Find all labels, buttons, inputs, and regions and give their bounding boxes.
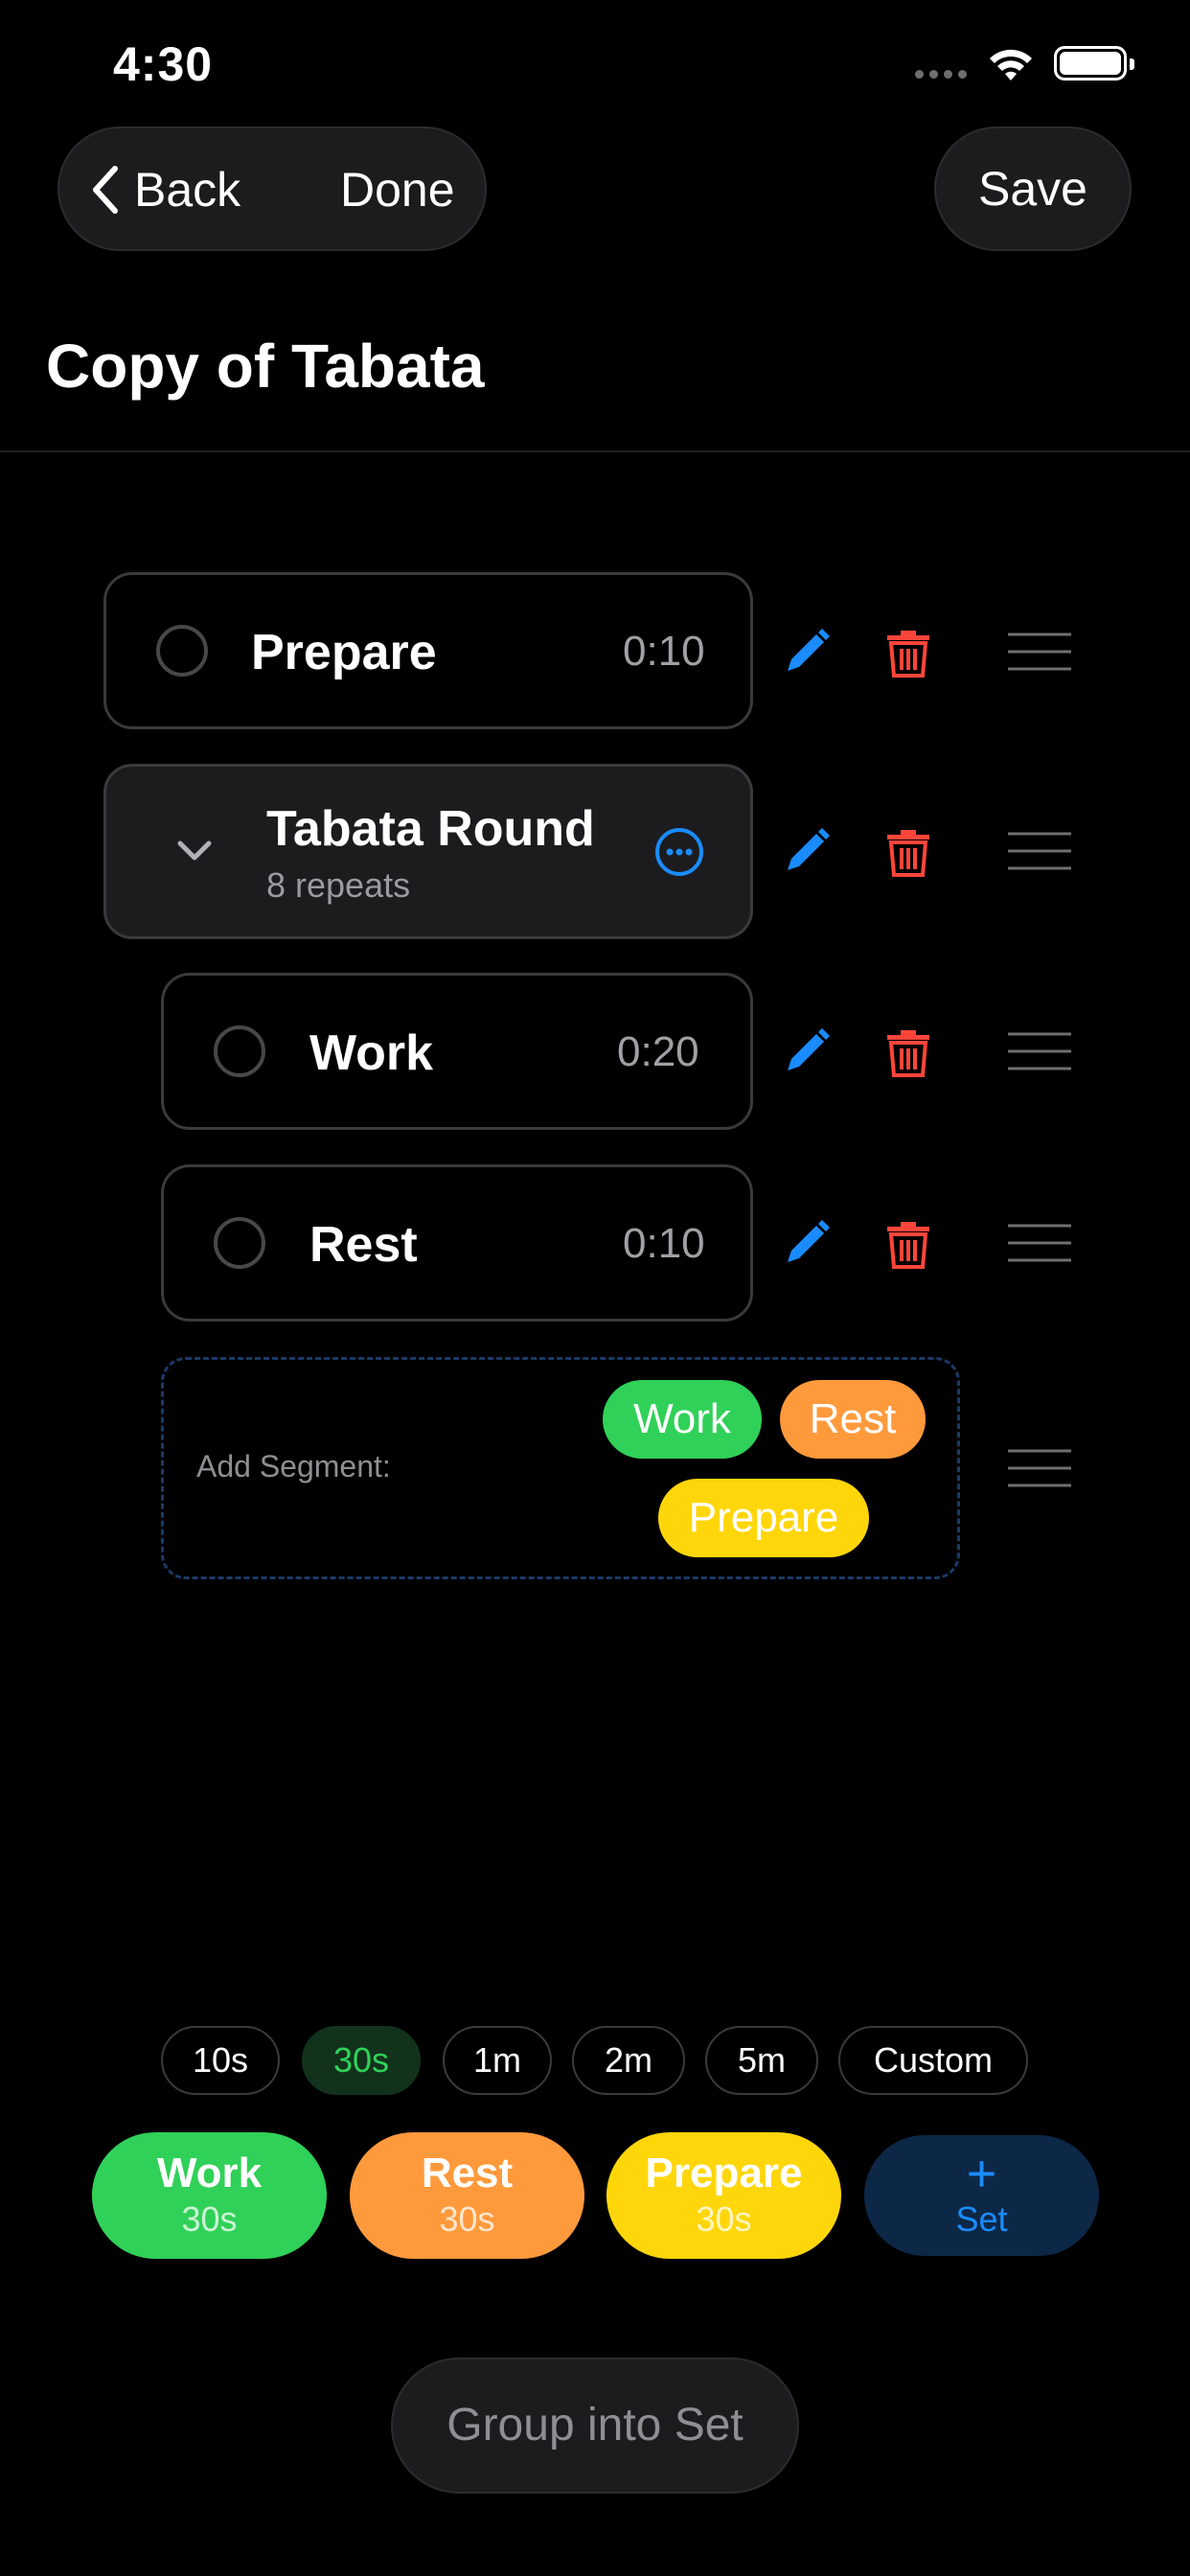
drag-handle-icon[interactable] xyxy=(1006,1447,1073,1489)
quick-add-work-button[interactable]: Work 30s xyxy=(92,2132,327,2259)
group-into-set-button[interactable]: Group into Set xyxy=(391,2358,799,2494)
delete-trash-icon[interactable] xyxy=(880,623,937,680)
duration-chip-1m[interactable]: 1m xyxy=(443,2026,552,2095)
select-radio[interactable] xyxy=(156,625,208,677)
chevron-down-icon[interactable] xyxy=(175,836,214,864)
back-label: Back xyxy=(134,163,241,217)
drag-handle-icon[interactable] xyxy=(1006,631,1073,673)
status-time: 4:30 xyxy=(113,37,214,91)
delete-trash-icon[interactable] xyxy=(880,1023,937,1080)
delete-trash-icon[interactable] xyxy=(880,1214,937,1272)
edit-pencil-icon[interactable] xyxy=(778,623,835,680)
select-radio[interactable] xyxy=(214,1025,265,1077)
add-set-button[interactable]: + Set xyxy=(864,2135,1099,2256)
segment-duration: 0:10 xyxy=(623,628,705,675)
quick-add-rest-button[interactable]: Rest 30s xyxy=(350,2132,584,2259)
set-name: Tabata Round xyxy=(266,801,595,857)
quick-add-label: Work xyxy=(156,2150,263,2196)
segment-name: Work xyxy=(309,1025,434,1081)
more-options-icon[interactable] xyxy=(653,826,705,878)
divider xyxy=(0,450,1190,452)
delete-trash-icon[interactable] xyxy=(880,822,937,880)
quick-add-label: Rest xyxy=(421,2150,514,2196)
back-button[interactable]: Back xyxy=(86,153,240,226)
quick-add-duration: 30s xyxy=(696,2199,752,2239)
duration-chip-5m[interactable]: 5m xyxy=(705,2026,818,2095)
segment-name: Prepare xyxy=(251,625,437,680)
drag-handle-icon[interactable] xyxy=(1006,830,1073,872)
segment-duration: 0:10 xyxy=(623,1220,705,1267)
edit-pencil-icon[interactable] xyxy=(778,1214,835,1272)
edit-pencil-icon[interactable] xyxy=(778,822,835,880)
set-repeats: 8 repeats xyxy=(266,865,411,905)
cellular-signal-icon xyxy=(915,70,971,80)
drag-handle-icon[interactable] xyxy=(1006,1222,1073,1264)
battery-icon xyxy=(1054,46,1134,80)
page-title: Copy of Tabata xyxy=(46,332,485,401)
add-segment-label: Add Segment: xyxy=(196,1449,391,1484)
wifi-icon xyxy=(990,49,1032,80)
add-work-chip[interactable]: Work xyxy=(603,1380,762,1459)
duration-chip-custom[interactable]: Custom xyxy=(838,2026,1028,2095)
edit-pencil-icon[interactable] xyxy=(778,1023,835,1080)
quick-add-duration: 30s xyxy=(181,2199,238,2239)
quick-add-prepare-button[interactable]: Prepare 30s xyxy=(606,2132,841,2259)
segment-name: Rest xyxy=(309,1217,418,1273)
quick-add-label: Prepare xyxy=(645,2150,803,2196)
duration-chip-2m[interactable]: 2m xyxy=(572,2026,685,2095)
plus-icon: + xyxy=(966,2145,997,2202)
duration-chip-30s[interactable]: 30s xyxy=(302,2026,421,2095)
segment-duration: 0:20 xyxy=(617,1028,699,1075)
add-set-label: Set xyxy=(955,2199,1008,2239)
drag-handle-icon[interactable] xyxy=(1006,1030,1073,1072)
add-rest-chip[interactable]: Rest xyxy=(780,1380,926,1459)
select-radio[interactable] xyxy=(214,1217,265,1269)
chevron-left-icon xyxy=(93,166,118,214)
done-button[interactable]: Done xyxy=(340,153,455,226)
save-button[interactable]: Save xyxy=(934,126,1132,251)
add-prepare-chip[interactable]: Prepare xyxy=(658,1479,869,1557)
quick-add-duration: 30s xyxy=(439,2199,495,2239)
duration-chip-10s[interactable]: 10s xyxy=(161,2026,280,2095)
